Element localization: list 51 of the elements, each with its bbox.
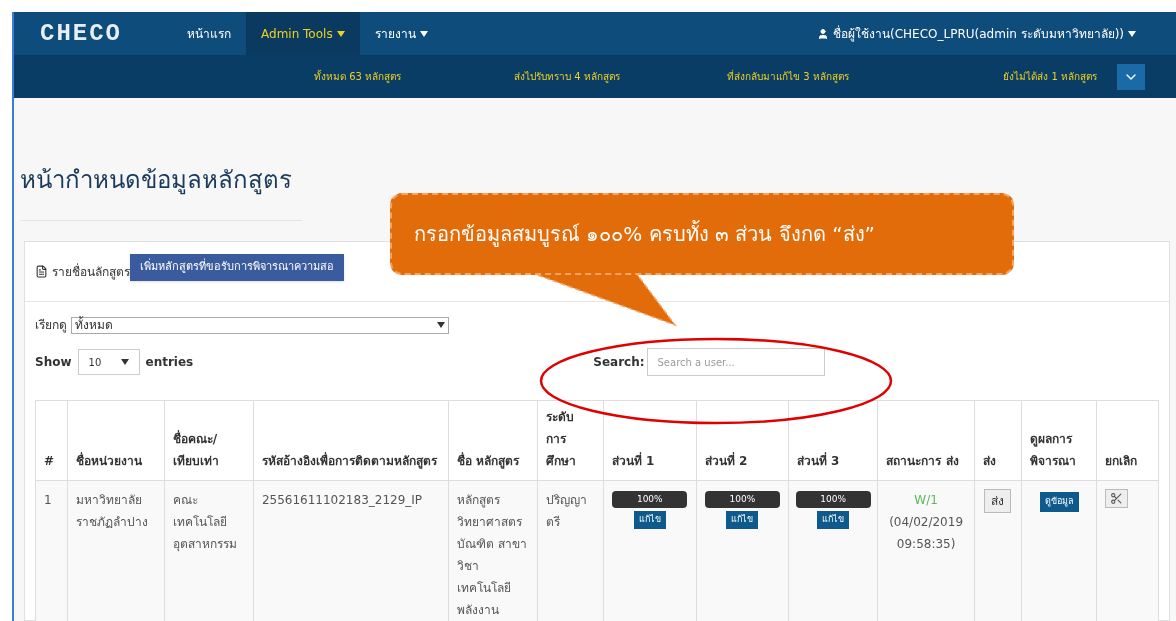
edit-button[interactable]: แก้ไข — [817, 511, 850, 529]
page-title: หน้ากำหนดข้อมูลหลักสูตร — [20, 162, 302, 221]
send-button[interactable]: ส่ง — [984, 489, 1012, 513]
nav-tab[interactable]: Admin Tools — [246, 12, 360, 55]
user-icon — [817, 27, 829, 40]
column-header: ส่วนที่ 2 — [696, 400, 789, 481]
column-header: ดูผลการ พิจารณา — [1021, 400, 1097, 481]
document-icon — [35, 265, 48, 278]
cancel-button[interactable] — [1105, 489, 1129, 508]
entries-select[interactable]: 10 — [77, 349, 140, 375]
column-header: รหัสอ้างอิงเพื่อการติดตามหลักสูตร — [253, 400, 449, 481]
search-field[interactable]: Search a user... — [646, 348, 825, 376]
table-cell: 1 — [35, 480, 68, 621]
show-label: Show — [35, 354, 72, 371]
nav-tab[interactable]: รายงาน — [359, 12, 443, 55]
column-header: # — [35, 400, 68, 481]
progress-reading: 100% — [728, 492, 757, 506]
filter-select[interactable]: ทั้งหมด — [71, 316, 449, 334]
status-time: (04/02/2019 09:58:35) — [888, 514, 965, 553]
column-header: สถานะการ ส่ง — [877, 400, 975, 481]
entries-label: entries — [145, 354, 194, 371]
summary-link[interactable]: ที่ส่งกลับมาแก้ไข 3 หลักสูตร — [727, 69, 977, 84]
edit-button[interactable]: แก้ไข — [726, 511, 759, 529]
column-header: ชื่อคณะ/ เทียบเท่า — [164, 400, 254, 481]
view-button[interactable]: ดูข้อมูล — [1039, 492, 1079, 512]
column-header: ชื่อ หลักสูตร — [448, 400, 538, 481]
column-header: ยกเลิก — [1096, 400, 1159, 481]
column-header: ส่วนที่ 3 — [788, 400, 878, 481]
status-text: W/1 — [913, 492, 939, 509]
column-header: ระดับ การ ศึกษา — [537, 400, 604, 481]
caret-icon — [437, 322, 445, 328]
progress-reading: 100% — [635, 492, 664, 506]
caret-icon — [120, 359, 129, 365]
filter-label: เรียกดู — [35, 317, 67, 334]
edit-button[interactable]: แก้ไข — [633, 511, 666, 529]
scissors-icon — [1110, 492, 1124, 505]
panel-heading: รายชื่อนลักสูตร — [52, 262, 130, 281]
brand-logo[interactable]: CHECO — [40, 15, 122, 52]
add-program-button[interactable]: เพิ่มหลักสูตรที่ขอรับการพิจารณาความสอ — [130, 254, 344, 281]
expand-button[interactable] — [1117, 63, 1145, 90]
progress-reading: 100% — [819, 492, 847, 506]
column-header: ส่ง — [974, 400, 1022, 481]
nav-tab[interactable]: หน้าแรก — [172, 12, 246, 55]
search-label: Search: — [593, 354, 645, 371]
caret-icon — [1128, 30, 1136, 37]
summary-link[interactable]: ส่งไปรับทราบ 4 หลักสูตร — [514, 69, 727, 84]
summary-link[interactable]: ยังไม่ได้ส่ง 1 หลักสูตร — [977, 69, 1097, 84]
summary-link[interactable]: ทั้งหมด 63 หลักสูตร — [314, 69, 514, 84]
column-header: ชื่อหน่วยงาน — [67, 400, 165, 481]
user-menu[interactable]: ชื่อผู้ใช้งาน(CHECO_LPRU(admin ระดับมหาวิทยาลัย)) — [817, 24, 1136, 43]
column-header: ส่วนที่ 1 — [603, 400, 697, 481]
